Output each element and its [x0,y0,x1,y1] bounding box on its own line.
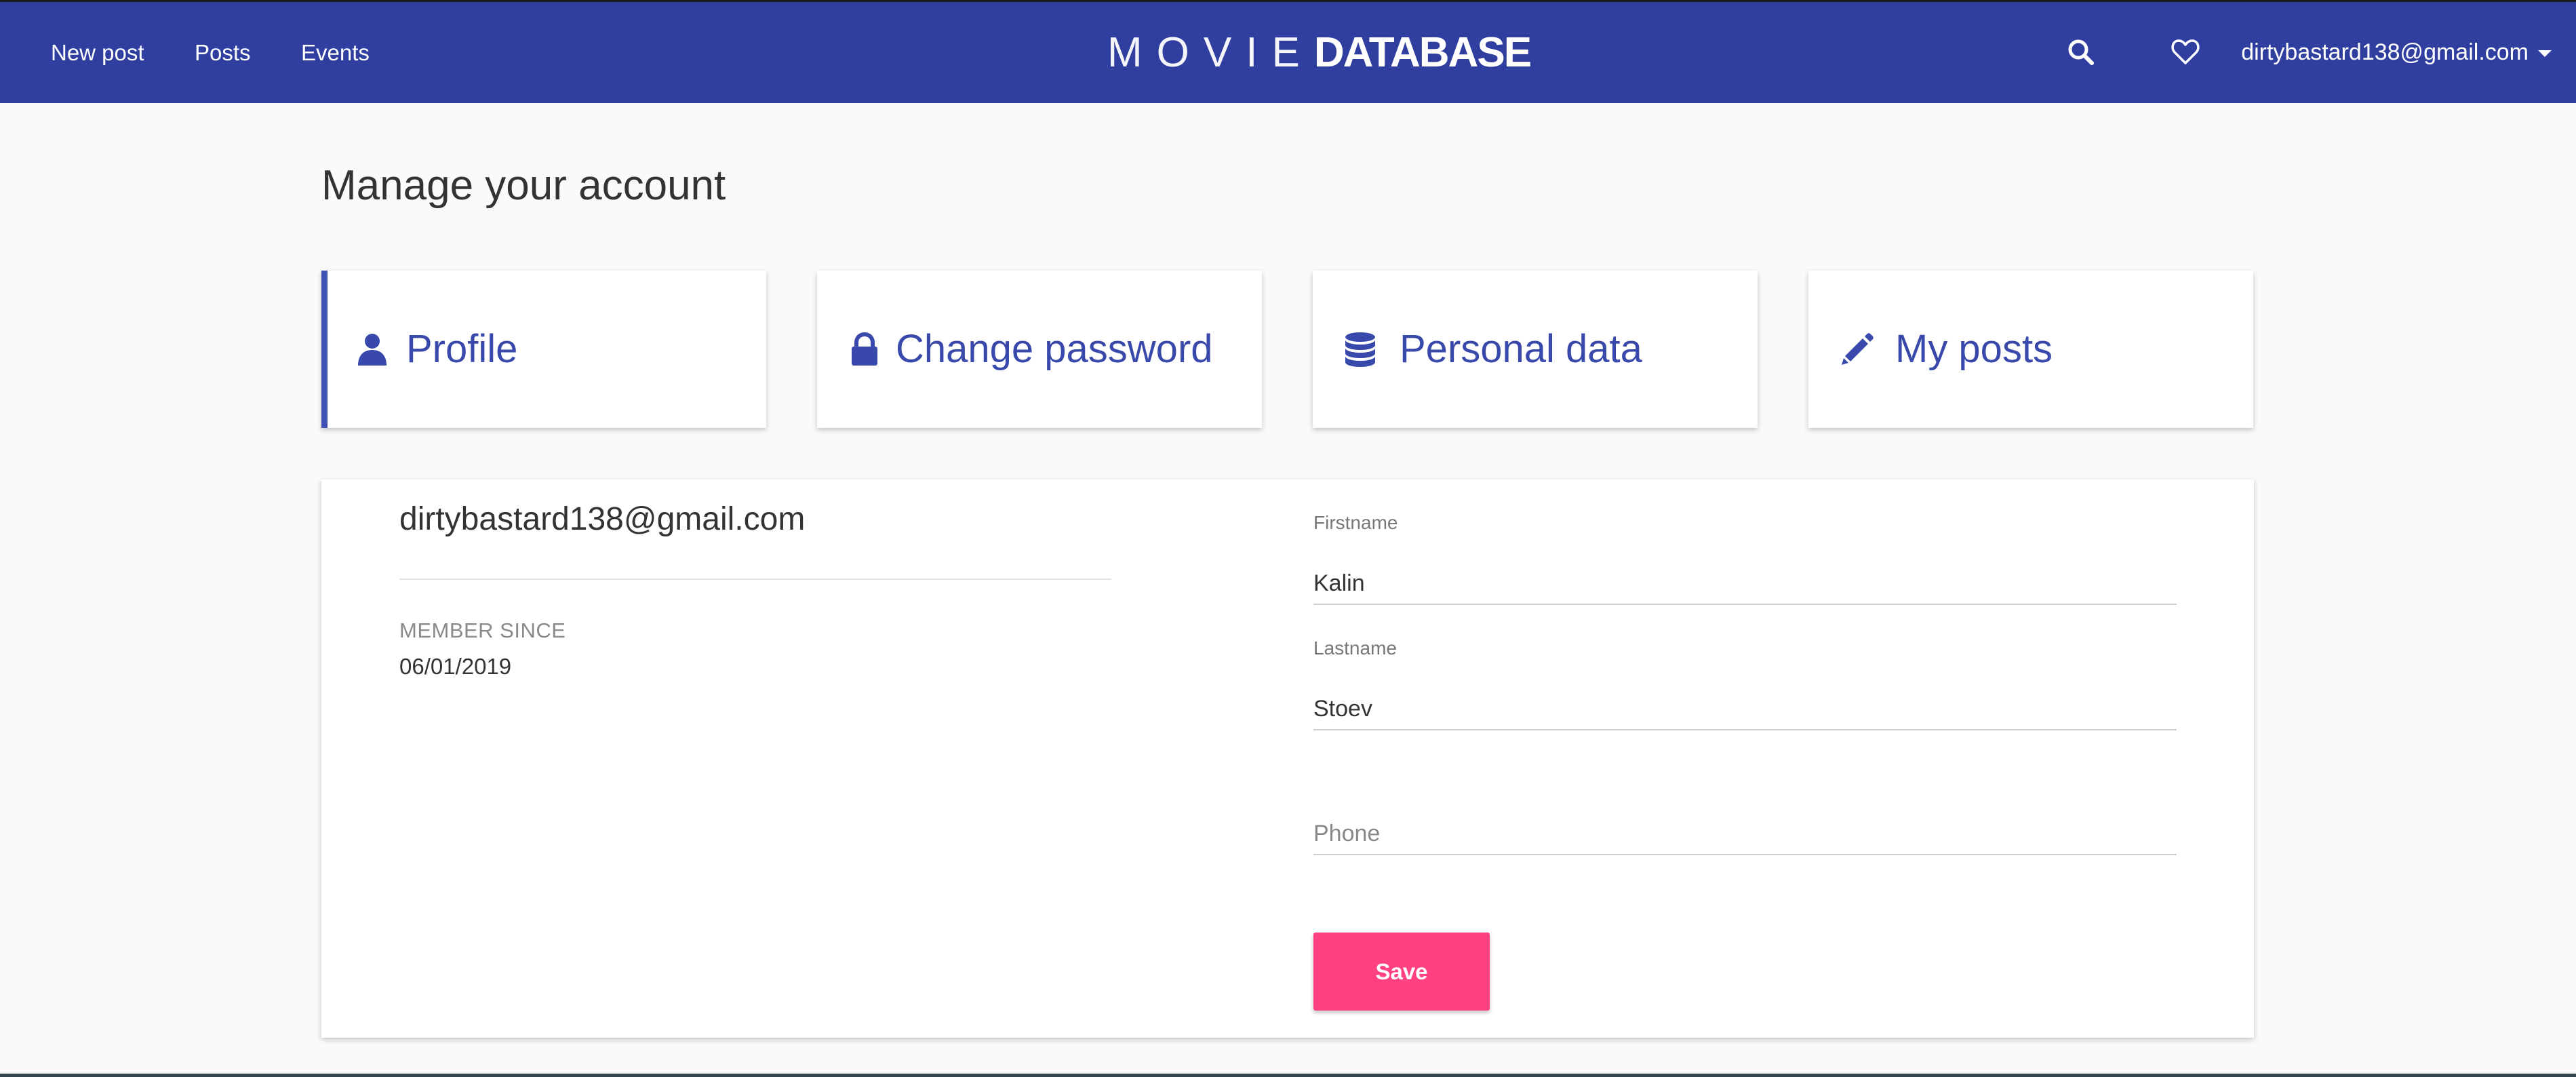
nav-link-new-post[interactable]: New post [51,2,144,103]
top-navbar: New post Posts Events MOVIEDATABASE dirt… [0,0,2576,103]
brand-logo-light: MOVIE [1107,29,1314,76]
tab-label-my-posts: My posts [1895,327,2053,371]
database-icon [1343,332,1378,367]
tab-change-password[interactable]: Change password [817,271,1262,428]
tab-my-posts[interactable]: My posts [1808,271,2253,428]
lastname-field[interactable] [1313,688,2177,730]
user-icon [355,332,390,367]
save-button[interactable]: Save [1313,933,1490,1011]
nav-link-events[interactable]: Events [301,2,370,103]
member-since-date: 06/01/2019 [399,654,512,679]
tab-label-change-password: Change password [896,327,1213,371]
tab-profile[interactable]: Profile [321,271,766,428]
lock-icon [847,332,882,367]
tab-label-personal-data: Personal data [1400,327,1642,371]
caret-down-icon [2538,50,2552,58]
nav-link-posts[interactable]: Posts [195,2,251,103]
lastname-label: Lastname [1313,638,1397,659]
search-icon[interactable] [2066,37,2096,67]
phone-field[interactable] [1313,813,2177,855]
tab-personal-data[interactable]: Personal data [1313,271,1758,428]
firstname-label: Firstname [1313,512,1398,533]
bottom-edge [0,1074,2576,1077]
brand-logo-bold: DATABASE [1313,29,1532,76]
member-since-label: MEMBER SINCE [399,619,566,642]
user-menu[interactable]: dirtybastard138@gmail.com [2241,2,2552,103]
page-title: Manage your account [321,162,726,209]
tab-label-profile: Profile [406,327,518,371]
pencil-icon [1840,332,1875,367]
brand-logo[interactable]: MOVIEDATABASE [1107,2,1532,103]
profile-email: dirtybastard138@gmail.com [399,501,806,537]
user-email-nav: dirtybastard138@gmail.com [2241,39,2529,65]
heart-icon[interactable] [2171,37,2200,67]
profile-divider [399,579,1111,580]
firstname-field[interactable] [1313,563,2177,605]
